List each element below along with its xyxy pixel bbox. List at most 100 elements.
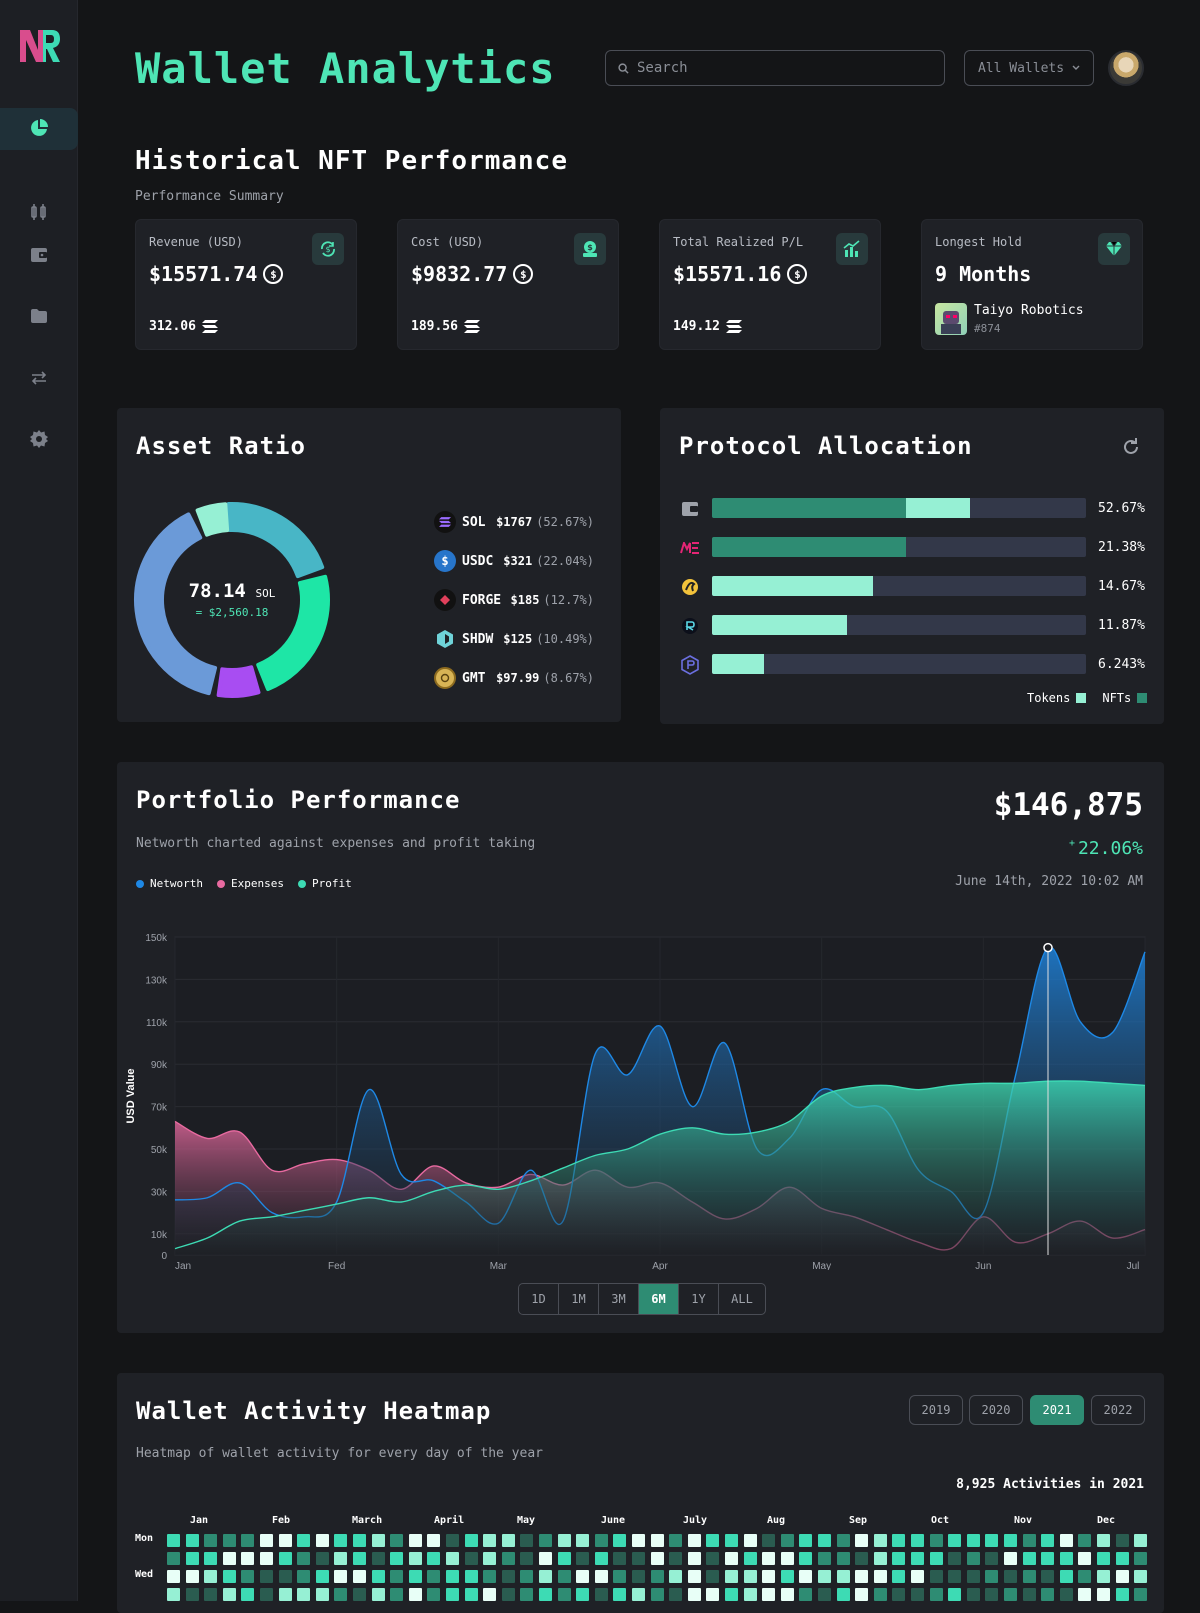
- heatmap-cell[interactable]: [1059, 1552, 1073, 1565]
- heatmap-cell[interactable]: [725, 1552, 738, 1565]
- heatmap-cell[interactable]: [929, 1570, 943, 1583]
- heatmap-cell[interactable]: [260, 1588, 273, 1601]
- crosshair-point[interactable]: [1043, 942, 1053, 953]
- heatmap-cell[interactable]: [297, 1534, 311, 1547]
- heatmap-cell[interactable]: [483, 1534, 497, 1547]
- heatmap-cell[interactable]: [632, 1588, 645, 1601]
- heatmap-cell[interactable]: [204, 1552, 218, 1565]
- heatmap-cell[interactable]: [353, 1588, 366, 1601]
- heatmap-cell[interactable]: [557, 1552, 571, 1565]
- protocol-row[interactable]: 21.38%: [678, 536, 1168, 558]
- heatmap-cell[interactable]: [408, 1588, 422, 1601]
- nft-thumbnail[interactable]: [935, 303, 967, 335]
- heatmap-cell[interactable]: [929, 1588, 943, 1601]
- heatmap-cell[interactable]: [799, 1570, 813, 1583]
- heatmap-cell[interactable]: [1097, 1534, 1110, 1547]
- heatmap-cell[interactable]: [780, 1588, 794, 1601]
- heatmap-cell[interactable]: [557, 1570, 571, 1583]
- heatmap-cell[interactable]: [948, 1588, 962, 1601]
- heatmap-cell[interactable]: [892, 1570, 906, 1583]
- wallet-filter-dropdown[interactable]: All Wallets: [964, 50, 1094, 86]
- heatmap-cell[interactable]: [650, 1570, 664, 1583]
- heatmap-cell[interactable]: [1134, 1552, 1148, 1565]
- heatmap-cell[interactable]: [241, 1534, 255, 1547]
- heatmap-cell[interactable]: [539, 1552, 552, 1565]
- heatmap-cell[interactable]: [1078, 1588, 1092, 1601]
- heatmap-cell[interactable]: [1078, 1534, 1092, 1547]
- heatmap-cell[interactable]: [594, 1552, 608, 1565]
- heatmap-cell[interactable]: [873, 1570, 887, 1583]
- heatmap-cell[interactable]: [1097, 1552, 1110, 1565]
- heatmap-cell[interactable]: [408, 1534, 422, 1547]
- asset-row-sol[interactable]: SOL $1767 (52.67%): [434, 511, 594, 533]
- heatmap-cell[interactable]: [520, 1570, 534, 1583]
- portfolio-chart[interactable]: 0 10k 30k 50k 70k 90k 110k 130k 150k Jan Fed Mar Apr…: [120, 925, 1160, 1270]
- heatmap-cell[interactable]: [855, 1552, 869, 1565]
- heatmap-cell[interactable]: [650, 1534, 664, 1547]
- heatmap-cell[interactable]: [576, 1552, 590, 1565]
- heatmap-cell[interactable]: [204, 1534, 218, 1547]
- pie-chart-icon[interactable]: [29, 118, 49, 138]
- heatmap-cell[interactable]: [334, 1570, 348, 1583]
- heatmap-cell[interactable]: [1134, 1588, 1148, 1601]
- heatmap-cell[interactable]: [948, 1552, 962, 1565]
- heatmap-cell[interactable]: [706, 1588, 720, 1601]
- heatmap-cell[interactable]: [241, 1588, 255, 1601]
- heatmap-cell[interactable]: [743, 1570, 757, 1583]
- range-button-all[interactable]: ALL: [719, 1284, 765, 1314]
- heatmap-cell[interactable]: [278, 1534, 292, 1547]
- heatmap-cell[interactable]: [371, 1570, 385, 1583]
- heatmap-cell[interactable]: [334, 1552, 348, 1565]
- protocol-row[interactable]: 11.87%: [678, 614, 1168, 636]
- heatmap-cell[interactable]: [1115, 1570, 1129, 1583]
- heatmap-cell[interactable]: [483, 1552, 497, 1565]
- heatmap-cell[interactable]: [780, 1534, 794, 1547]
- heatmap-cell[interactable]: [966, 1570, 980, 1583]
- heatmap-cell[interactable]: [557, 1588, 571, 1601]
- nav-item-folder[interactable]: [29, 306, 49, 326]
- donut-segment-gmt[interactable]: [195, 502, 230, 537]
- heatmap-cell[interactable]: [985, 1534, 999, 1547]
- heatmap-cell[interactable]: [1022, 1552, 1036, 1565]
- heatmap-cell[interactable]: [985, 1552, 999, 1565]
- heatmap-cell[interactable]: [315, 1552, 329, 1565]
- heatmap-cell[interactable]: [743, 1588, 757, 1601]
- heatmap-cell[interactable]: [762, 1570, 776, 1583]
- heatmap-cell[interactable]: [483, 1570, 497, 1583]
- heatmap-cell[interactable]: [427, 1534, 441, 1547]
- heatmap-cell[interactable]: [706, 1570, 720, 1583]
- heatmap-cell[interactable]: [501, 1534, 515, 1547]
- heatmap-cell[interactable]: [836, 1552, 850, 1565]
- heatmap-cell[interactable]: [501, 1552, 515, 1565]
- heatmap-cell[interactable]: [594, 1570, 608, 1583]
- heatmap-cell[interactable]: [315, 1534, 329, 1547]
- heatmap-cell[interactable]: [520, 1552, 534, 1565]
- heatmap-cell[interactable]: [222, 1588, 236, 1601]
- heatmap-cell[interactable]: [966, 1534, 980, 1547]
- heatmap-cell[interactable]: [446, 1570, 459, 1583]
- year-button-2020[interactable]: 2020: [969, 1395, 1023, 1425]
- heatmap-cell[interactable]: [167, 1552, 180, 1565]
- range-button-6m[interactable]: 6M: [639, 1284, 679, 1314]
- heatmap-cell[interactable]: [278, 1570, 292, 1583]
- heatmap-cell[interactable]: [520, 1588, 534, 1601]
- heatmap-cell[interactable]: [855, 1570, 869, 1583]
- heatmap-cell[interactable]: [353, 1552, 366, 1565]
- heatmap-cell[interactable]: [632, 1570, 645, 1583]
- avatar[interactable]: [1108, 50, 1144, 86]
- donut-segment-shdw[interactable]: [216, 665, 261, 698]
- heatmap-cell[interactable]: [427, 1552, 441, 1565]
- heatmap-cell[interactable]: [464, 1570, 478, 1583]
- heatmap-cell[interactable]: [687, 1588, 701, 1601]
- heatmap-cell[interactable]: [1041, 1588, 1055, 1601]
- heatmap-cell[interactable]: [446, 1588, 459, 1601]
- range-button-1y[interactable]: 1Y: [679, 1284, 719, 1314]
- nav-item-exchange[interactable]: [29, 202, 49, 222]
- legend-item-expenses[interactable]: Expenses: [216, 877, 284, 890]
- heatmap-cell[interactable]: [539, 1570, 552, 1583]
- heatmap-cell[interactable]: [520, 1534, 534, 1547]
- heatmap-cell[interactable]: [501, 1570, 515, 1583]
- heatmap-cell[interactable]: [892, 1588, 906, 1601]
- heatmap-cell[interactable]: [167, 1570, 180, 1583]
- heatmap-cell[interactable]: [539, 1534, 552, 1547]
